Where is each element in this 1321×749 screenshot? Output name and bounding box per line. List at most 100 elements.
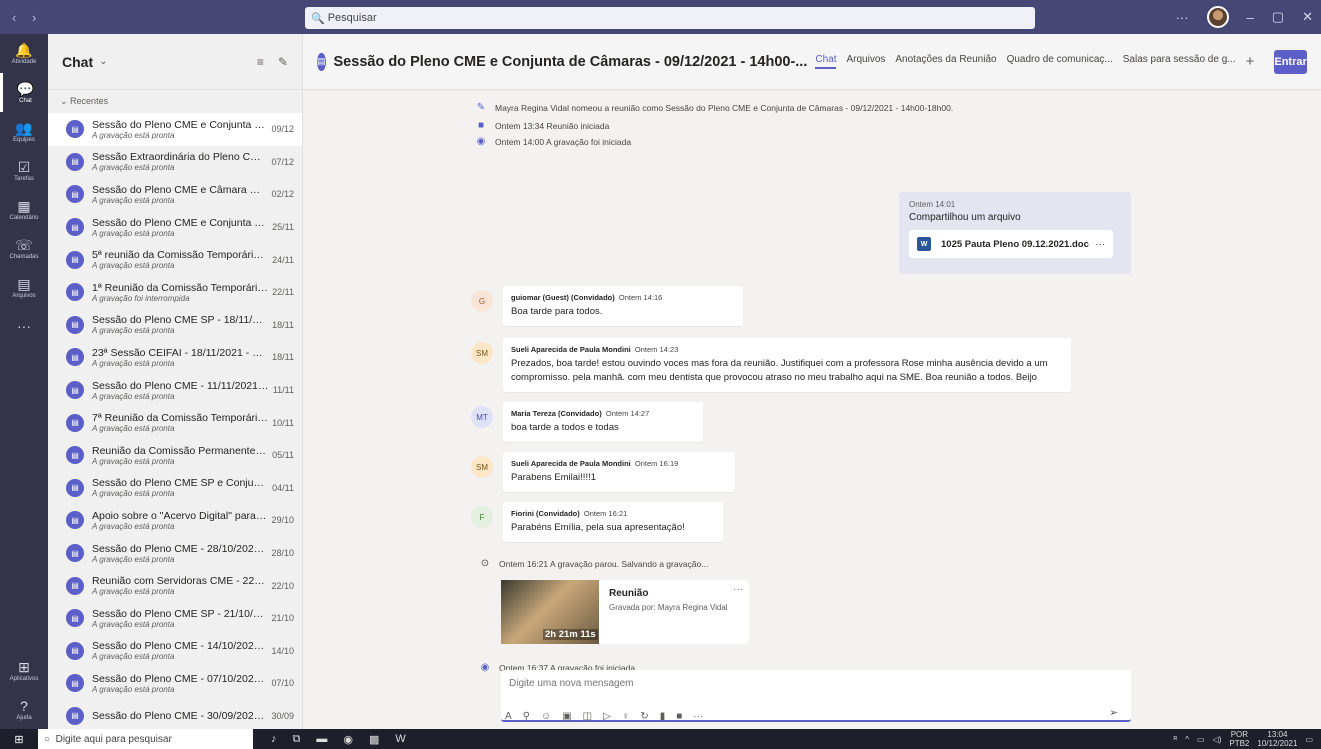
- system-tray: ᴿ ^ ▭ ◁) POR PTB2 13:04 10/12/2021 ▭: [1174, 730, 1321, 748]
- avatar[interactable]: MT: [471, 406, 493, 428]
- rail-item-aplicativos[interactable]: ⊞ Aplicativos: [0, 651, 48, 690]
- clock[interactable]: 13:04 10/12/2021: [1257, 730, 1297, 748]
- new-chat-icon[interactable]: ✎: [278, 55, 288, 69]
- recent-section[interactable]: ⌄ Recentes: [48, 90, 302, 113]
- chat-list-item[interactable]: ▤ Sessão do Pleno CME - 11/11/2021 - ... A…: [48, 374, 302, 407]
- chat-list-item[interactable]: ▤ Sessão do Pleno CME - 30/09/2021 - ... 3…: [48, 700, 302, 729]
- chat-list-item[interactable]: ▤ 7ª Reunião da Comissão Temporária d... A…: [48, 406, 302, 439]
- people-icon[interactable]: ᴿ: [1174, 735, 1178, 744]
- windows-start-icon[interactable]: ⊞: [0, 733, 38, 746]
- chat-list-item[interactable]: ▤ Reunião da Comissão Permanente de ... A …: [48, 439, 302, 472]
- system-text: Ontem 14:00 A gravação foi iniciada: [495, 136, 632, 147]
- chat-list-item[interactable]: ▤ Sessão do Pleno CME SP - 18/11/202... A …: [48, 309, 302, 342]
- meet-icon[interactable]: ▷: [603, 711, 611, 722]
- chrome-icon[interactable]: ◉: [343, 733, 353, 746]
- chat-list-item[interactable]: ▤ Sessão do Pleno CME SP - 21/10/202... A …: [48, 602, 302, 635]
- chat-date: 22/11: [272, 287, 294, 298]
- chat-name: Sessão do Pleno CME SP e Conjunta d...: [92, 477, 269, 490]
- rail-item-arquivos[interactable]: ▤ Arquivos: [0, 268, 48, 307]
- chevron-down-icon[interactable]: ⌄: [99, 56, 107, 67]
- sticker-icon[interactable]: ◫: [583, 711, 592, 722]
- chat-list-item[interactable]: ▤ Sessão do Pleno CME e Conjunta de ... A …: [48, 211, 302, 244]
- nav-arrows[interactable]: ‹ ›: [0, 10, 60, 25]
- teams-app-icon[interactable]: ▩: [369, 733, 379, 746]
- avatar[interactable]: SM: [471, 456, 493, 478]
- chat-status: A gravação está pronta: [92, 554, 175, 564]
- more-icon[interactable]: ···: [693, 711, 703, 722]
- chat-list-item[interactable]: ▤ Sessão do Pleno CME e Câmara Conju... A …: [48, 178, 302, 211]
- emoji-icon[interactable]: ☺: [541, 711, 551, 722]
- tab-4[interactable]: Salas para sessão de g...: [1123, 54, 1236, 69]
- user-avatar[interactable]: [1206, 6, 1229, 28]
- more-icon: ···: [17, 317, 31, 334]
- chat-status: A gravação está pronta: [92, 521, 175, 531]
- tab-3[interactable]: Quadro de comunicaç...: [1007, 54, 1113, 69]
- avatar[interactable]: F: [471, 506, 493, 528]
- task-view-icon[interactable]: ⧉: [293, 733, 301, 746]
- chat-list-item[interactable]: ▤ 1ª Reunião da Comissão Temporária s... A…: [48, 276, 302, 309]
- gif-icon[interactable]: ▣: [562, 711, 571, 722]
- network-icon[interactable]: ▭: [1197, 735, 1205, 744]
- search-box[interactable]: 🔍 Pesquisar: [305, 7, 1035, 29]
- chevron-up-icon[interactable]: ^: [1185, 735, 1189, 744]
- more-icon[interactable]: ···: [1096, 239, 1106, 250]
- chat-list-item[interactable]: ▤ Reunião com Servidoras CME - 22/10/... A…: [48, 569, 302, 602]
- chat-list-item[interactable]: ▤ 23ª Sessão CEIFAI - 18/11/2021 - 14h...…: [48, 341, 302, 374]
- recording-card[interactable]: 2h 21m 11s Reunião Gravada por: Mayra Re…: [501, 580, 749, 644]
- chat-list-item[interactable]: ▤ Sessão do Pleno CME - 14/10/2021 - ... A…: [48, 635, 302, 668]
- chat-list-item[interactable]: ▤ Sessão do Pleno CME - 28/10/2021 - ... A…: [48, 537, 302, 570]
- attach-icon[interactable]: ⚲: [523, 711, 530, 722]
- rail-item-atividade[interactable]: 🔔 Atividade: [0, 34, 48, 73]
- own-message: Ontem 14:01 Compartilhou um arquivo W 10…: [899, 192, 1131, 274]
- chat-date: 07/10: [271, 678, 294, 689]
- filter-icon[interactable]: ≡: [257, 55, 264, 69]
- notification-icon[interactable]: ▭: [1305, 735, 1313, 744]
- meeting-icon: ▤: [66, 381, 84, 400]
- close-icon[interactable]: ✕: [1302, 9, 1313, 25]
- join-button[interactable]: Entrar: [1274, 49, 1307, 74]
- chat-date: 18/11: [272, 352, 294, 363]
- rail-item-chat[interactable]: 💬 Chat: [0, 73, 48, 112]
- explorer-icon[interactable]: ▬: [316, 733, 327, 746]
- taskbar-search[interactable]: ○ Digite aqui para pesquisar: [38, 729, 253, 749]
- more-icon[interactable]: ···: [733, 584, 743, 595]
- avatar[interactable]: SM: [471, 342, 493, 364]
- chat-list-item[interactable]: ▤ Apoio sobre o "Acervo Digital" para C..…: [48, 504, 302, 537]
- chat-date: 09/12: [271, 124, 294, 135]
- chat-status: A gravação está pronta: [92, 261, 175, 271]
- chat-list-item[interactable]: ▤ Sessão do Pleno CME e Conjunta de ... A …: [48, 113, 302, 146]
- word-app-icon[interactable]: W: [395, 733, 405, 746]
- rail-item-tarefas[interactable]: ☑ Tarefas: [0, 151, 48, 190]
- send-icon[interactable]: ➢: [1109, 706, 1118, 719]
- avatar[interactable]: G: [471, 290, 493, 312]
- video-icon[interactable]: ■: [676, 711, 682, 722]
- input-language[interactable]: POR PTB2: [1229, 730, 1249, 748]
- rail-item-chamadas[interactable]: ☏ Chamadas: [0, 229, 48, 268]
- rail-item-more[interactable]: ···: [0, 307, 48, 346]
- chat-list-item[interactable]: ▤ 5ª reunião da Comissão Temporária p... A…: [48, 243, 302, 276]
- lang: POR: [1230, 730, 1249, 739]
- chat-list-item[interactable]: ▤ Sessão do Pleno CME SP e Conjunta d... A…: [48, 472, 302, 505]
- chat-list-item[interactable]: ▤ Sessão Extraordinária do Pleno CME e...…: [48, 146, 302, 179]
- microphone-icon[interactable]: ♪: [271, 733, 277, 746]
- tab-0[interactable]: Chat: [815, 54, 837, 69]
- file-card[interactable]: W 1025 Pauta Pleno 09.12.2021.doc ···: [909, 230, 1113, 258]
- format-icon[interactable]: A: [505, 711, 512, 722]
- chat-list-item[interactable]: ▤ Sessão do Pleno CME - 07/10/2021 - ... A…: [48, 667, 302, 700]
- rail-item-equipes[interactable]: 👥 Equipes: [0, 112, 48, 151]
- tab-2[interactable]: Anotações da Reunião: [895, 54, 996, 69]
- praise-icon[interactable]: ♀: [622, 711, 630, 722]
- maximize-icon[interactable]: ▢: [1272, 9, 1284, 25]
- more-icon[interactable]: ···: [1176, 10, 1189, 25]
- tab-1[interactable]: Arquivos: [846, 54, 885, 69]
- rail-item-ajuda[interactable]: ? Ajuda: [0, 690, 48, 729]
- volume-icon[interactable]: ◁): [1213, 735, 1222, 744]
- system-message: ■ Ontem 13:34 Reunião iniciada: [475, 120, 609, 131]
- loop-icon[interactable]: ↻: [640, 711, 648, 722]
- recording-thumbnail[interactable]: 2h 21m 11s: [501, 580, 599, 644]
- rail-item-calendário[interactable]: ▦ Calendário: [0, 190, 48, 229]
- stream-icon[interactable]: ▮: [660, 711, 666, 722]
- add-tab-icon[interactable]: +: [1246, 53, 1255, 70]
- message-input[interactable]: [501, 670, 1131, 696]
- minimize-icon[interactable]: –: [1247, 10, 1254, 25]
